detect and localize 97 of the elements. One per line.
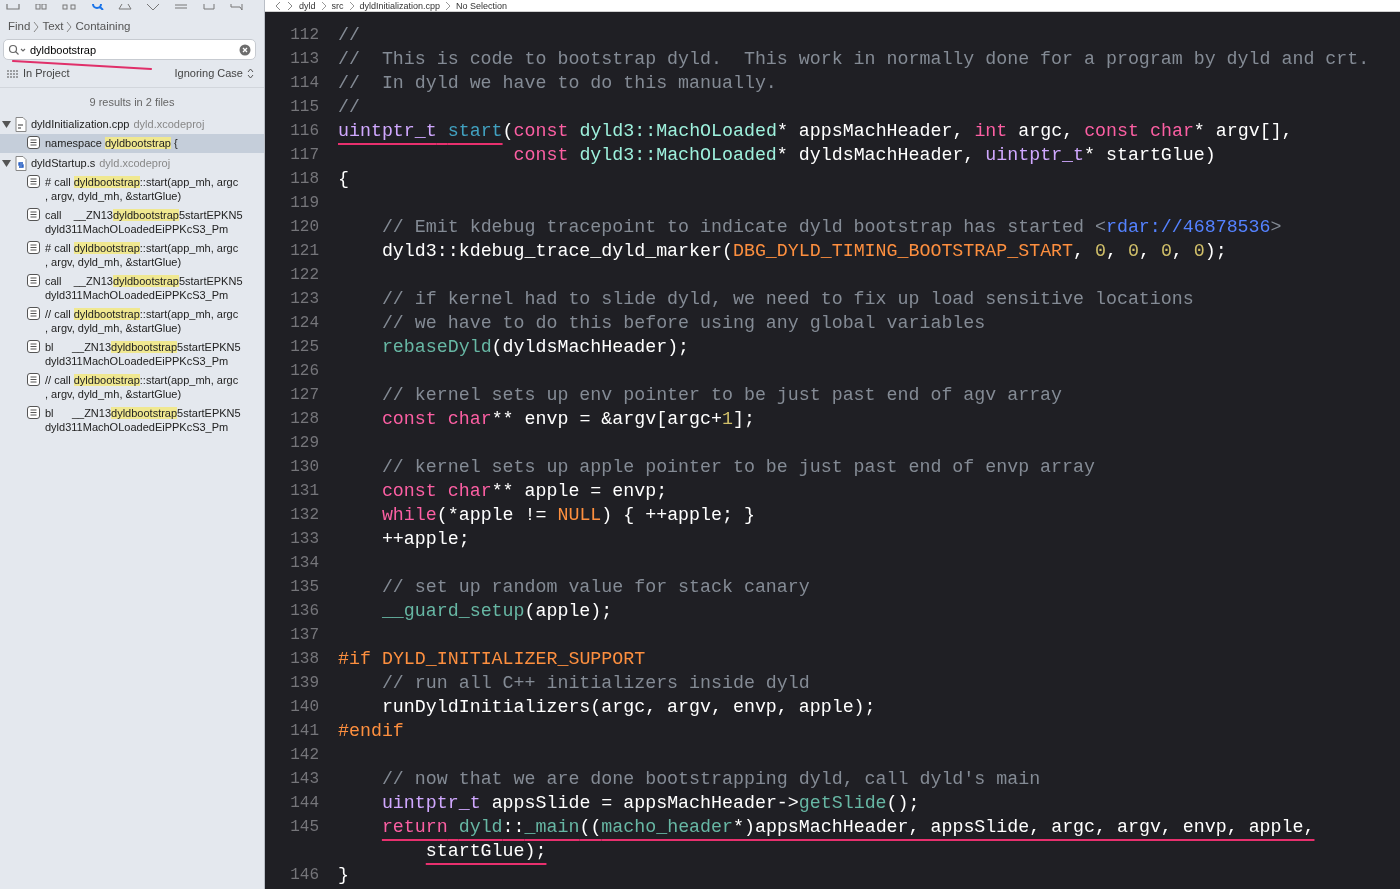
result-text: # call dyldbootstrap::start(app_mh, argc , argv, dyld_mh, &startGlue) [45,175,239,204]
code-line: // This is code to bootstrap dyld. This work in normally done for a program by dyld and crt. [337,48,1370,71]
code-line: // [337,96,360,119]
line-number: 134 [289,553,319,574]
code-line: while(*apple != NULL) { ++apple; } [380,504,755,527]
code-line: startGlue); [424,840,547,863]
jump-bar-item[interactable]: No Selection [456,0,508,11]
code-line: // Emit kdebug tracepoint to indicate dyld bootstrap has started <rdar://46878536> [380,216,1282,239]
code-line: // [337,24,360,47]
result-text: call __ZN13dyldbootstrap5startEPKN5 dyld311MachOLoadedEiPPKcS3_Pm [45,274,243,303]
line-number: 116 [289,121,319,142]
line-number: 145 [289,817,319,838]
search-result[interactable]: // call dyldbootstrap::start(app_mh, argc , argv, dyld_mh, &startGlue) [0,371,264,405]
search-result[interactable]: bl __ZN13dyldbootstrap5startEPKN5 dyld311MachOLoadedEiPPKcS3_Pm [0,338,264,372]
line-number: 133 [289,529,319,550]
search-result[interactable]: call __ZN13dyldbootstrap5startEPKN5 dyld311MachOLoadedEiPPKcS3_Pm [0,272,264,306]
result-text: bl __ZN13dyldbootstrap5startEPKN5 dyld311MachOLoadedEiPPKcS3_Pm [45,340,241,369]
file-name[interactable]: dyldInitialization.cpp [31,116,130,133]
search-result[interactable]: namespace dyldbootstrap { [0,134,264,154]
code-line: return dyld::_main((macho_header*)appsMachHeader, appsSlide, argc, argv, envp, apple, [380,816,1315,839]
line-number: 131 [289,481,319,502]
code-line: // In dyld we have to do this manually. [337,72,777,95]
code-line: const char** apple = envp; [380,480,668,503]
line-number: 136 [289,601,319,622]
line-number: 118 [289,169,319,190]
line-number: 123 [289,289,319,310]
scope-selector[interactable]: In Project [7,65,70,82]
scope-menu[interactable]: Find [8,18,31,36]
result-text: // call dyldbootstrap::start(app_mh, argc , argv, dyld_mh, &startGlue) [45,307,239,336]
line-number: 137 [289,625,319,646]
result-text: call __ZN13dyldbootstrap5startEPKN5 dyld311MachOLoadedEiPPKcS3_Pm [45,208,243,237]
code-line: #if DYLD_INITIALIZER_SUPPORT [337,648,646,671]
code-line: dyld3::kdebug_trace_dyld_marker(DBG_DYLD_TIMING_BOOTSTRAP_START, 0, 0, 0, 0); [380,240,1227,263]
result-text: // call dyldbootstrap::start(app_mh, argc , argv, dyld_mh, &startGlue) [45,373,239,402]
search-result[interactable]: // call dyldbootstrap::start(app_mh, argc , argv, dyld_mh, &startGlue) [0,305,264,339]
line-number: 132 [289,505,319,526]
jump-bar-item[interactable]: dyldInitialization.cpp [359,0,441,11]
file-name[interactable]: dyldStartup.s [31,155,96,172]
result-summary: 9 results in 2 files [0,86,264,115]
search-result[interactable]: call __ZN13dyldbootstrap5startEPKN5 dyld311MachOLoadedEiPPKcS3_Pm [0,206,264,240]
search-result[interactable]: bl __ZN13dyldbootstrap5startEPKN5 dyld311MachOLoadedEiPPKcS3_Pm [0,404,264,438]
line-number: 121 [289,241,319,262]
line-number: 119 [289,193,319,214]
search-result[interactable]: # call dyldbootstrap::start(app_mh, argc , argv, dyld_mh, &startGlue) [0,239,264,273]
scope-menu[interactable]: Containing [75,18,131,36]
code-line: const char** envp = &argv[argc+1]; [380,408,755,431]
line-number: 124 [289,313,319,334]
code-line: uintptr_t appsSlide = appsMachHeader->getSlide(); [380,792,920,815]
code-line: ++apple; [380,528,470,551]
code-line: // kernel sets up apple pointer to be just past end of envp array [380,456,1095,479]
project-name: dyld.xcodeproj [99,156,171,171]
line-number: 126 [289,361,319,382]
search-result[interactable]: # call dyldbootstrap::start(app_mh, argc , argv, dyld_mh, &startGlue) [0,173,264,207]
code-line: __guard_setup(apple); [380,600,613,623]
result-text: bl __ZN13dyldbootstrap5startEPKN5 dyld311MachOLoadedEiPPKcS3_Pm [45,406,241,435]
code-line: // if kernel had to slide dyld, we need to fix up load sensitive locations [380,288,1194,311]
code-line: { [337,168,349,191]
project-name: dyld.xcodeproj [133,117,205,132]
result-text: # call dyldbootstrap::start(app_mh, argc , argv, dyld_mh, &startGlue) [45,241,239,270]
line-number: 117 [289,145,319,166]
code-line: #endif [337,720,404,743]
result-text: namespace dyldbootstrap { [45,136,178,151]
line-number: 146 [289,865,319,886]
code-line: } [337,864,349,887]
line-number: 114 [289,73,319,94]
line-number: 129 [289,433,319,454]
line-number: 128 [289,409,319,430]
line-number: 142 [289,745,319,766]
code-line: uintptr_t start(const dyld3::MachOLoaded* appsMachHeader, int argc, const char* argv[], [337,120,1293,143]
code-line: runDyldInitializers(argc, argv, envp, apple); [380,696,876,719]
line-number: 125 [289,337,319,358]
search-field[interactable]: dyldbootstrap [3,39,256,61]
line-number: 135 [289,577,319,598]
jump-bar-item[interactable]: dyld [299,0,316,11]
line-number: 127 [289,385,319,406]
line-number: 113 [289,49,319,70]
line-number: 143 [289,769,319,790]
code-line: // we have to do this before using any global variables [380,312,986,335]
line-number: 138 [289,649,319,670]
line-number: 140 [289,697,319,718]
jump-bar-item[interactable]: src [331,0,344,11]
line-number: 130 [289,457,319,478]
case-selector[interactable]: Ignoring Case [174,65,254,82]
code-line: const dyld3::MachOLoaded* dyldsMachHeader, uintptr_t* startGlue) [512,144,1216,167]
line-number: 115 [289,97,319,118]
line-number: 122 [289,265,319,286]
line-number: 112 [289,25,319,46]
line-number: 139 [289,673,319,694]
line-number: 141 [289,721,319,742]
scope-menu[interactable]: Text [42,18,64,36]
code-line: rebaseDyld(dyldsMachHeader); [380,336,690,359]
line-number: 144 [289,793,319,814]
code-line: // now that we are done bootstrapping dyld, call dyld's main [380,768,1041,791]
code-line: // run all C++ initializers inside dyld [380,672,810,695]
code-line: // kernel sets up env pointer to be just past end of agv array [380,384,1063,407]
code-line: // set up random value for stack canary [380,576,810,599]
line-number: 120 [289,217,319,238]
